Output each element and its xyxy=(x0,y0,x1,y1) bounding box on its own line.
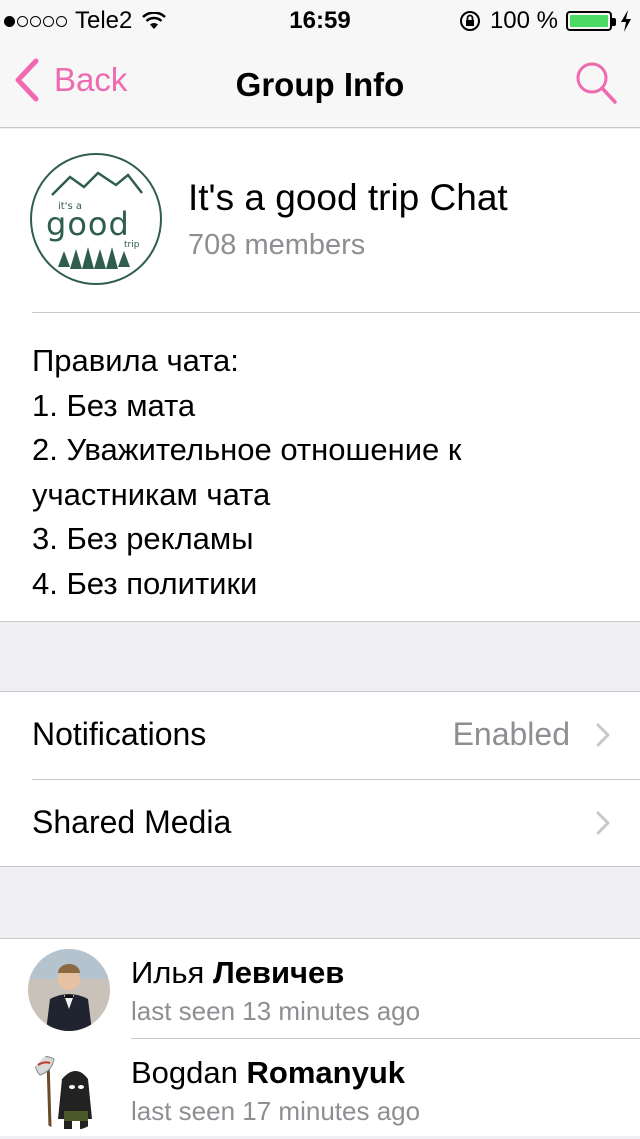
group-header-section: it's a good trip It's a good trip Chat 7… xyxy=(0,129,640,622)
group-logo-icon: it's a good trip xyxy=(46,171,143,269)
group-member-count: 708 members xyxy=(188,229,366,261)
member-status: last seen 17 minutes ago xyxy=(131,1096,421,1126)
description-line: 3. Без рекламы xyxy=(32,521,254,556)
status-right: 100 % xyxy=(458,7,632,35)
battery-icon xyxy=(566,11,616,31)
description-line: 1. Без мата xyxy=(32,387,196,423)
group-description: Правила чата: 1. Без мата 2. Уважительно… xyxy=(32,339,612,606)
description-line: Правила чата: xyxy=(32,343,239,378)
member-photo-icon xyxy=(28,949,110,1031)
chevron-right-icon xyxy=(596,723,610,747)
chevron-right-icon xyxy=(596,811,610,835)
search-icon[interactable] xyxy=(574,60,618,106)
member-first-name: Илья xyxy=(131,955,205,990)
logo-main-text: good xyxy=(46,205,130,243)
group-avatar[interactable]: it's a good trip xyxy=(30,153,162,285)
group-name: It's a good trip Chat xyxy=(188,177,508,218)
member-last-name: Левичев xyxy=(212,955,345,990)
description-line: участникам чата xyxy=(32,476,271,512)
avatar xyxy=(28,1049,110,1131)
divider xyxy=(32,312,640,313)
battery-percent: 100 % xyxy=(489,7,558,34)
member-last-name: Romanyuk xyxy=(246,1055,405,1090)
shared-media-label: Shared Media xyxy=(32,804,232,840)
member-name: Илья Левичев xyxy=(131,955,344,991)
notifications-value: Enabled xyxy=(452,716,570,752)
members-list: Илья Левичев last seen 13 minutes ago Bo… xyxy=(0,938,640,1136)
member-first-name: Bogdan xyxy=(131,1055,238,1090)
settings-section: Notifications Enabled Shared Media xyxy=(0,691,640,867)
logo-sub-text: trip xyxy=(124,240,140,250)
member-row[interactable]: Илья Левичев last seen 13 minutes ago xyxy=(0,939,640,1039)
member-row[interactable]: Bogdan Romanyuk last seen 17 minutes ago xyxy=(0,1039,640,1139)
shared-media-cell[interactable]: Shared Media xyxy=(0,780,640,868)
description-line: 4. Без политики xyxy=(32,565,258,601)
status-bar: Tele2 16:59 100 % xyxy=(0,0,640,40)
description-line: 2. Уважительное отношение к xyxy=(32,432,462,467)
page-title: Group Info xyxy=(235,66,405,103)
member-photo-icon xyxy=(28,1049,110,1131)
orientation-lock-icon xyxy=(459,11,480,31)
navigation-bar: Back Group Info xyxy=(0,40,640,128)
member-status: last seen 13 minutes ago xyxy=(131,996,421,1026)
member-name: Bogdan Romanyuk xyxy=(131,1055,405,1091)
notifications-label: Notifications xyxy=(32,716,207,752)
charging-icon xyxy=(621,10,631,32)
notifications-cell[interactable]: Notifications Enabled xyxy=(0,692,640,780)
avatar xyxy=(28,949,110,1031)
